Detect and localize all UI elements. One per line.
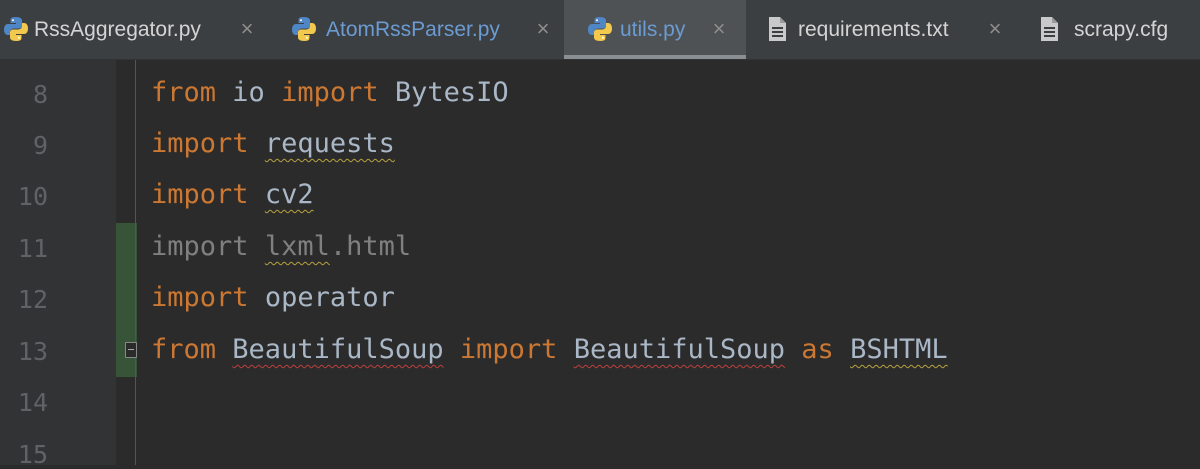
fold-marker-icon[interactable]	[125, 342, 137, 358]
tab-atomrssparser[interactable]: AtomRssParser.py ×	[268, 0, 564, 59]
keyword: import	[151, 282, 249, 313]
keyword: import	[151, 179, 249, 210]
line-number: 10	[17, 182, 48, 211]
text-file-icon	[769, 17, 786, 41]
keyword: import	[459, 334, 558, 365]
module-name: cv2	[264, 179, 314, 210]
keyword: import	[281, 77, 379, 108]
tab-requirements[interactable]: requirements.txt ×	[746, 0, 1018, 59]
close-icon[interactable]: ×	[710, 18, 728, 40]
keyword: import	[151, 231, 249, 262]
alias-name: BSHTML	[850, 334, 948, 365]
close-icon[interactable]: ×	[238, 18, 256, 40]
code-line-13[interactable]: from BeautifulSoup import BeautifulSoup …	[151, 334, 948, 365]
line-number: 14	[17, 388, 48, 417]
keyword: from	[151, 334, 217, 365]
gutter-divider	[135, 60, 136, 465]
keyword: as	[801, 334, 834, 365]
code-line-8[interactable]: from io import BytesIO	[151, 77, 509, 108]
code-line-10[interactable]: import cv2	[151, 179, 314, 210]
close-icon[interactable]: ×	[534, 18, 552, 40]
python-file-icon	[4, 17, 28, 41]
tab-scrapy-cfg[interactable]: scrapy.cfg	[1018, 0, 1200, 59]
tab-utils[interactable]: utils.py ×	[564, 0, 746, 59]
code-editor[interactable]: 8 9 10 11 12 13 14 15 from io import Byt…	[0, 60, 1200, 469]
line-number: 8	[32, 80, 48, 109]
editor-tab-bar: RssAggregator.py × AtomRssParser.py × ut…	[0, 0, 1200, 60]
module-name: io	[232, 77, 265, 108]
line-number: 13	[17, 337, 48, 366]
tab-label: scrapy.cfg	[1074, 18, 1169, 41]
tab-label: AtomRssParser.py	[326, 18, 500, 41]
keyword: import	[151, 128, 249, 159]
tab-rssaggregator[interactable]: RssAggregator.py ×	[0, 0, 268, 59]
tab-label: utils.py	[620, 18, 686, 41]
keyword: from	[151, 77, 217, 108]
code-line-11[interactable]: import lxml.html	[151, 231, 411, 262]
tab-label: requirements.txt	[798, 18, 949, 41]
module-suffix: .html	[329, 231, 412, 262]
line-number: 11	[17, 234, 48, 263]
imported-name: BytesIO	[394, 77, 509, 108]
code-line-9[interactable]: import requests	[151, 128, 395, 159]
line-number: 9	[32, 131, 48, 160]
module-name: requests	[264, 128, 395, 159]
python-file-icon	[292, 17, 316, 41]
tab-label: RssAggregator.py	[34, 18, 201, 41]
close-icon[interactable]: ×	[986, 18, 1004, 40]
module-name: operator	[264, 282, 395, 313]
python-file-icon	[588, 17, 612, 41]
code-line-12[interactable]: import operator	[151, 282, 395, 313]
text-file-icon	[1041, 17, 1058, 41]
line-number: 12	[17, 285, 48, 314]
module-name: lxml	[264, 231, 330, 262]
module-name: BeautifulSoup	[232, 334, 444, 365]
imported-name: BeautifulSoup	[573, 334, 786, 365]
